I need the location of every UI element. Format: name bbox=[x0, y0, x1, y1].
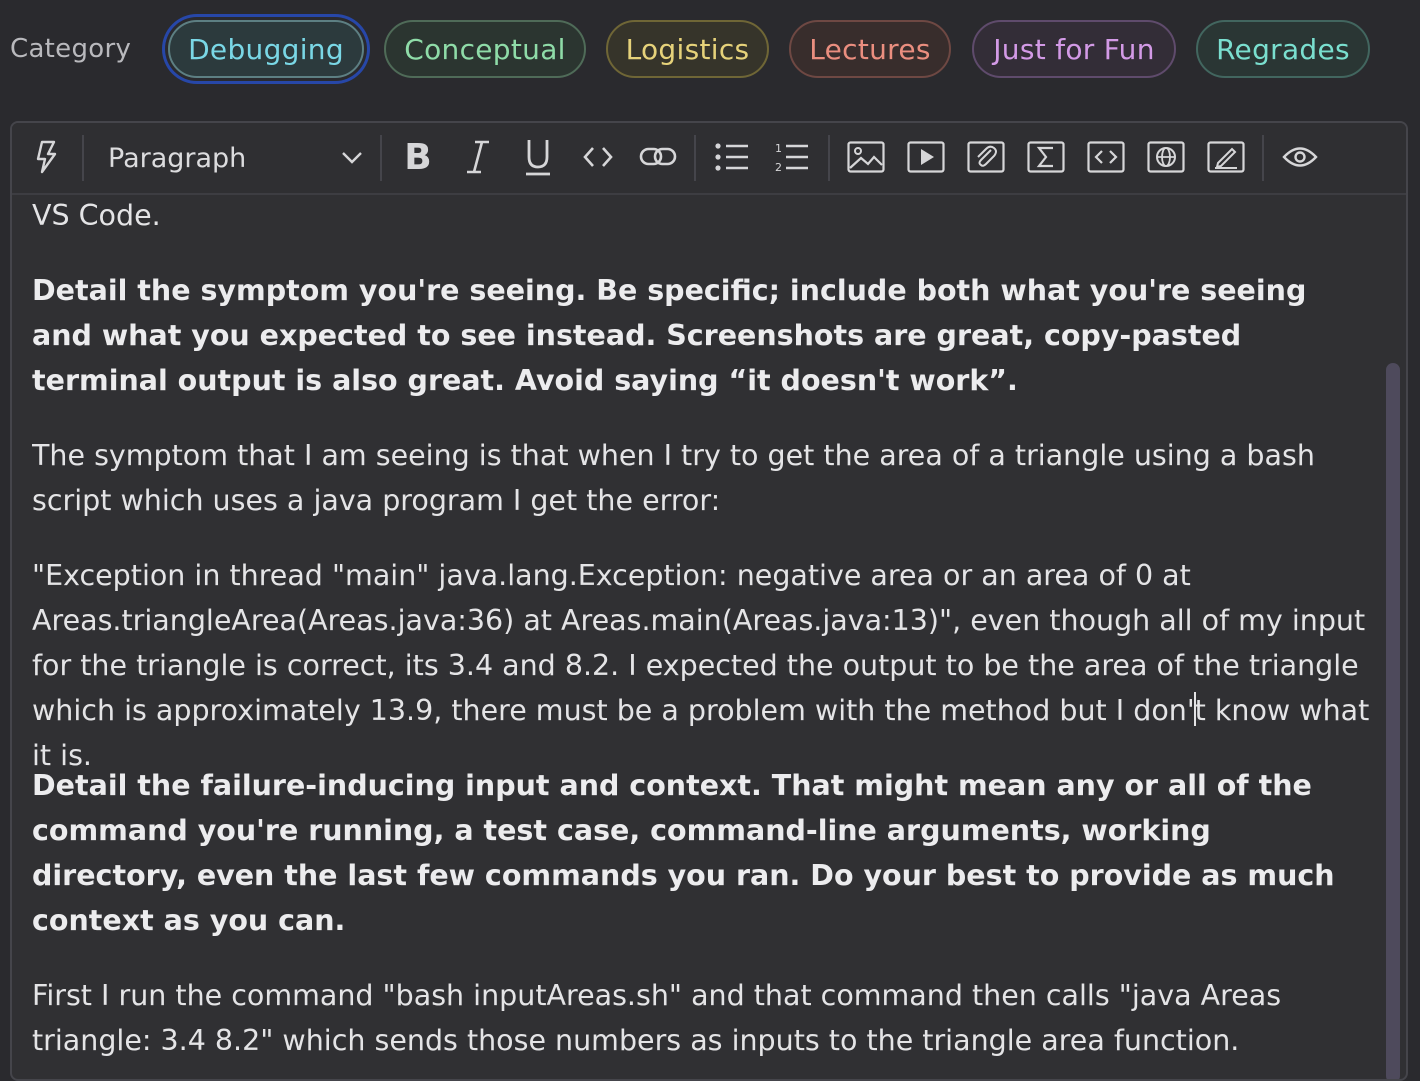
category-label: Category bbox=[10, 34, 132, 64]
chevron-down-icon bbox=[340, 145, 364, 176]
video-icon[interactable] bbox=[906, 137, 946, 177]
category-chip-lectures[interactable]: Lectures bbox=[789, 20, 951, 78]
paragraph-context: First I run the command "bash inputAreas… bbox=[32, 979, 1282, 1057]
paragraph-error: "Exception in thread "main" java.lang.Ex… bbox=[32, 553, 1372, 778]
category-chip-logistics[interactable]: Logistics bbox=[606, 20, 769, 78]
editor-content[interactable]: VS Code. Detail the symptom you're seein… bbox=[32, 193, 1372, 1079]
svg-text:B: B bbox=[404, 139, 431, 175]
svg-text:1: 1 bbox=[775, 142, 782, 155]
math-icon[interactable] bbox=[1026, 137, 1066, 177]
numbered-list-icon[interactable]: 12 bbox=[772, 137, 812, 177]
link-icon[interactable] bbox=[638, 137, 678, 177]
attachment-icon[interactable] bbox=[966, 137, 1006, 177]
category-chip-conceptual[interactable]: Conceptual bbox=[384, 20, 586, 78]
block-type-select[interactable]: Paragraph bbox=[108, 137, 368, 179]
paragraph-tail: VS Code. bbox=[32, 199, 161, 232]
editor-toolbar: Paragraph B 12 bbox=[12, 123, 1406, 195]
toolbar-divider bbox=[1262, 135, 1264, 181]
category-chip-just-for-fun[interactable]: Just for Fun bbox=[972, 20, 1176, 78]
scrollbar-thumb[interactable] bbox=[1386, 363, 1400, 1079]
svg-text:2: 2 bbox=[775, 161, 782, 173]
inline-code-icon[interactable] bbox=[578, 137, 618, 177]
category-row: Category Debugging Conceptual Logistics … bbox=[0, 0, 1420, 104]
underline-icon[interactable] bbox=[518, 137, 558, 177]
toolbar-divider bbox=[82, 135, 84, 181]
category-chip-regrades[interactable]: Regrades bbox=[1196, 20, 1370, 78]
bullet-list-icon[interactable] bbox=[712, 137, 752, 177]
category-chip-debugging[interactable]: Debugging bbox=[168, 20, 364, 78]
italic-icon[interactable] bbox=[458, 137, 498, 177]
prompt-context: Detail the failure-inducing input and co… bbox=[32, 769, 1335, 937]
code-block-icon[interactable] bbox=[1086, 137, 1126, 177]
image-icon[interactable] bbox=[846, 137, 886, 177]
error-text: "Exception in thread "main" java.lang.Ex… bbox=[32, 559, 1366, 727]
post-editor: Paragraph B 12 VS Code. Detail the sympt… bbox=[10, 121, 1408, 1081]
toolbar-divider bbox=[380, 135, 382, 181]
bold-icon[interactable]: B bbox=[398, 137, 438, 177]
toolbar-divider bbox=[828, 135, 830, 181]
lightning-icon[interactable] bbox=[26, 137, 66, 177]
prompt-symptom: Detail the symptom you're seeing. Be spe… bbox=[32, 274, 1307, 397]
toolbar-divider bbox=[694, 135, 696, 181]
drawing-icon[interactable] bbox=[1206, 137, 1246, 177]
embed-web-icon[interactable] bbox=[1146, 137, 1186, 177]
block-type-label: Paragraph bbox=[108, 142, 247, 174]
preview-icon[interactable] bbox=[1280, 137, 1320, 177]
paragraph-symptom: The symptom that I am seeing is that whe… bbox=[32, 439, 1315, 517]
